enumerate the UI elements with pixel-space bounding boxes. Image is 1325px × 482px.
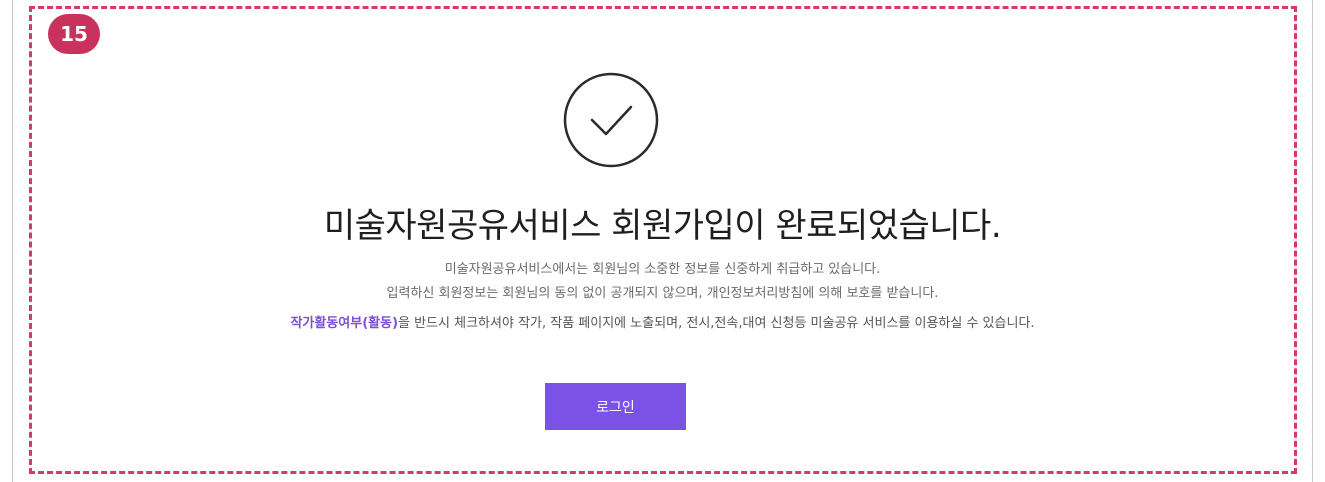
artist-activity-highlight: 작가활동여부(활동) (290, 316, 399, 331)
description-line-2: 입력하신 회원정보는 회원님의 동의 없이 공개되지 않으며, 개인정보처리방침… (386, 286, 939, 301)
description-line-1: 미술자원공유서비스에서는 회원님의 소중한 정보를 신중하게 취급하고 있습니다… (444, 262, 881, 277)
page-title: 미술자원공유서비스 회원가입이 완료되었습니다. (323, 206, 1002, 246)
check-circle-icon (563, 72, 659, 168)
artist-activity-notice-text: 을 반드시 체크하셔야 작가, 작품 페이지에 노출되며, 전시,전속,대여 신… (398, 316, 1035, 331)
step-badge: 15 (48, 14, 100, 54)
login-button[interactable]: 로그인 (545, 383, 686, 430)
artist-activity-notice: 작가활동여부(활동)을 반드시 체크하셔야 작가, 작품 페이지에 노출되며, … (0, 312, 1325, 331)
